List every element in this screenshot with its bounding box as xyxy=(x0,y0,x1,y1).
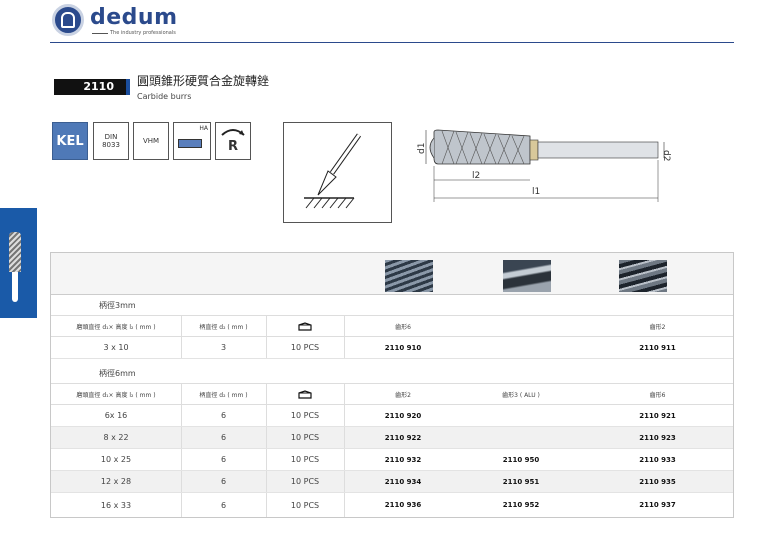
cell-article-b: 2110 950 xyxy=(502,455,540,464)
cell-article-b: 2110 952 xyxy=(502,501,540,509)
header-cut-c: 齒形2 xyxy=(649,323,666,331)
header-cut-b xyxy=(462,316,580,336)
cell-article-b xyxy=(462,337,580,358)
burr-icon xyxy=(9,232,21,272)
cell-shank: 6 xyxy=(220,411,227,420)
cell-pack: 10 PCS xyxy=(290,411,320,420)
cell-article-a: 2110 920 xyxy=(384,411,422,420)
vhm-badge: VHM xyxy=(133,122,169,160)
cell-shank: 6 xyxy=(220,433,227,442)
ha-label: HA xyxy=(199,125,208,132)
table-row: 3 x 10 3 10 PCS 2110 910 2110 911 xyxy=(51,337,733,359)
din-label: DIN xyxy=(104,133,118,141)
product-code: 2110 xyxy=(54,79,126,95)
cell-shank: 6 xyxy=(220,477,227,486)
header-pack xyxy=(266,384,344,404)
cell-article-c: 2110 935 xyxy=(639,477,676,486)
table-header-row: 磨頭直徑 d₁× 高度 l₂ ( mm ) 柄直徑 d₂ ( mm ) 齒形2 … xyxy=(51,383,733,405)
cell-shank: 6 xyxy=(220,500,227,510)
cell-article-b: 2110 951 xyxy=(502,477,540,486)
cell-shank: 3 xyxy=(220,343,227,352)
header-shank: 柄直徑 d₂ ( mm ) xyxy=(199,391,248,399)
cell-size: 10 x 25 xyxy=(100,455,132,464)
cell-size: 12 x 28 xyxy=(100,477,132,486)
cell-article-c: 2110 937 xyxy=(639,501,676,509)
header-shank: 柄直徑 d₂ ( mm ) xyxy=(199,323,248,331)
cell-size: 16 x 33 xyxy=(100,500,132,510)
cell-article-a: 2110 934 xyxy=(384,477,422,486)
usage-illustration xyxy=(283,122,392,223)
table-row: 16 x 33 6 10 PCS 2110 936 2110 952 2110 … xyxy=(51,493,733,517)
dim-d2: d2 xyxy=(661,150,671,161)
cell-pack: 10 PCS xyxy=(290,343,320,352)
din-badge: DIN 8033 xyxy=(93,122,129,160)
cell-pack: 10 PCS xyxy=(290,433,320,442)
rotation-badge: R xyxy=(215,122,251,160)
product-title-en: Carbide burrs xyxy=(137,92,192,101)
cut-6-thumbnail xyxy=(385,260,433,292)
grinding-usage-icon xyxy=(304,133,362,209)
cell-article-a: 2110 922 xyxy=(384,433,422,442)
header-cut-a: 齒形2 xyxy=(395,391,411,399)
rotation-label: R xyxy=(227,139,238,154)
din-number: 8033 xyxy=(102,141,120,149)
product-code-accent xyxy=(126,79,130,95)
cell-article-a: 2110 936 xyxy=(384,501,422,509)
group-label-row: 柄徑6mm xyxy=(51,363,733,383)
cell-pack: 10 PCS xyxy=(290,455,320,464)
cell-pack: 10 PCS xyxy=(290,500,320,510)
cut-2-thumbnail xyxy=(619,260,667,292)
product-table: 柄徑3mm 磨頭直徑 d₁× 高度 l₂ ( mm ) 柄直徑 d₂ ( mm … xyxy=(50,252,734,518)
burr-dimension-drawing: d1 d2 l2 l1 xyxy=(417,129,671,202)
cell-size: 3 x 10 xyxy=(103,343,129,352)
cell-pack: 10 PCS xyxy=(290,477,320,486)
kel-badge: KEL xyxy=(52,122,88,160)
tagline-divider xyxy=(92,33,108,34)
cell-article-b xyxy=(462,405,580,426)
header-cut-c: 齒形6 xyxy=(649,391,666,399)
table-row: 6x 16 6 10 PCS 2110 920 2110 921 xyxy=(51,405,733,427)
cell-article-a: 2110 932 xyxy=(384,455,422,464)
dim-l1: l1 xyxy=(532,187,540,197)
group-label: 柄徑3mm xyxy=(99,300,136,310)
group-label-row: 柄徑3mm xyxy=(51,295,733,315)
cell-article-c: 2110 923 xyxy=(639,433,676,442)
burr-shank xyxy=(537,141,659,159)
header-cut-a: 齒形6 xyxy=(395,323,411,331)
side-category-tab xyxy=(0,208,37,318)
cell-size: 8 x 22 xyxy=(103,433,129,442)
table-row: 10 x 25 6 10 PCS 2110 932 2110 950 2110 … xyxy=(51,449,733,471)
header-size: 磨頭直徑 d₁× 高度 l₂ ( mm ) xyxy=(76,391,156,399)
dedum-logo-icon xyxy=(52,4,84,36)
cell-shank: 6 xyxy=(220,455,227,464)
shank-icon xyxy=(178,139,202,148)
cell-size: 6x 16 xyxy=(104,411,128,420)
table-row: 12 x 28 6 10 PCS 2110 934 2110 951 2110 … xyxy=(51,471,733,493)
cell-article-a: 2110 910 xyxy=(384,343,422,352)
cell-article-c: 2110 933 xyxy=(639,455,676,464)
table-header-row: 磨頭直徑 d₁× 高度 l₂ ( mm ) 柄直徑 d₂ ( mm ) 齒形6 … xyxy=(51,315,733,337)
ha-shank-badge: HA xyxy=(173,122,211,160)
box-icon xyxy=(298,321,312,331)
cut-3-alu-thumbnail xyxy=(503,260,551,292)
table-row: 8 x 22 6 10 PCS 2110 922 2110 923 xyxy=(51,427,733,449)
header-pack xyxy=(266,316,344,336)
burr-neck xyxy=(529,139,539,161)
header-divider xyxy=(50,42,734,43)
header-size: 磨頭直徑 d₁× 高度 l₂ ( mm ) xyxy=(76,323,156,331)
brand-tagline: The industry professionals xyxy=(110,30,176,36)
dim-d1: d1 xyxy=(417,143,427,154)
box-icon xyxy=(298,389,312,399)
cell-article-c: 2110 921 xyxy=(639,411,676,420)
group-label: 柄徑6mm xyxy=(99,368,136,378)
cut-images-row xyxy=(51,253,733,295)
product-title-cn: 圓頭錐形硬質合金旋轉銼 xyxy=(137,74,270,88)
cell-article-b xyxy=(462,427,580,448)
burr-shank-icon xyxy=(12,272,18,302)
brand-name: dedum xyxy=(90,5,178,30)
cell-article-c: 2110 911 xyxy=(639,343,676,352)
dim-l2: l2 xyxy=(472,171,480,181)
header-cut-b: 齒形3 ( ALU ) xyxy=(502,391,540,399)
